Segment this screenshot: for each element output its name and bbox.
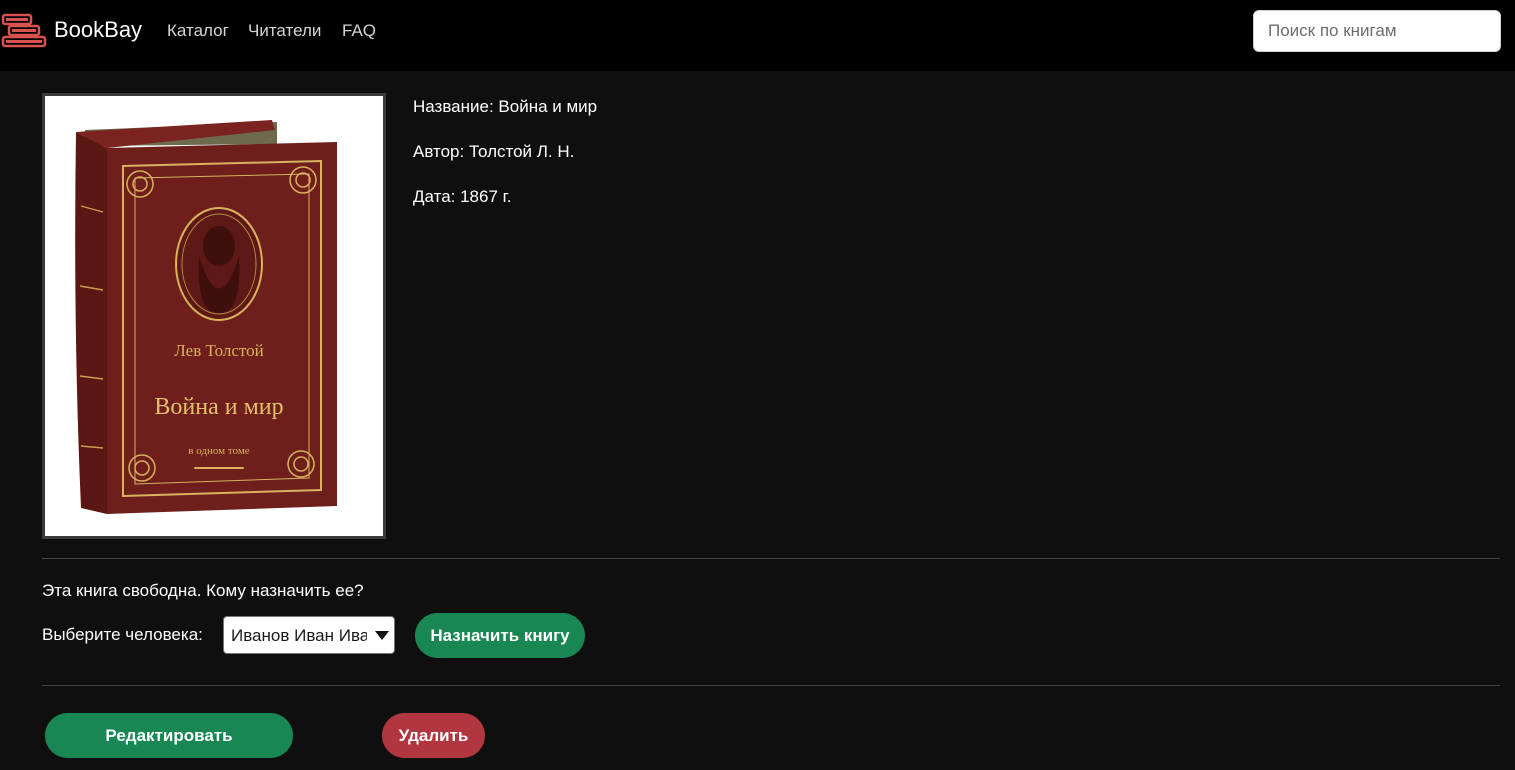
books-stack-icon [1, 13, 47, 48]
availability-status: Эта книга свободна. Кому назначить ее? [42, 581, 364, 600]
chevron-down-icon [375, 631, 389, 640]
navbar: BookBay Каталог Читатели FAQ [0, 0, 1515, 71]
assign-book-button[interactable]: Назначить книгу [415, 613, 585, 658]
brand-name: BookBay [54, 17, 143, 42]
cover-title-text: Война и мир [154, 394, 283, 420]
brand[interactable]: BookBay [0, 10, 142, 50]
person-select-label: Выберите человека: [42, 625, 203, 644]
book-author-line: Автор: Толстой Л. Н. [413, 142, 575, 161]
delete-button[interactable]: Удалить [382, 713, 485, 758]
person-select[interactable]: Иванов Иван Иванович [223, 616, 395, 654]
nav-link-catalog[interactable]: Каталог [167, 21, 229, 41]
divider [42, 685, 1500, 686]
person-select-value: Иванов Иван Иванович [231, 626, 367, 645]
edit-button[interactable]: Редактировать [45, 713, 293, 758]
book-title-line: Название: Война и мир [413, 97, 598, 116]
nav-link-faq[interactable]: FAQ [342, 21, 376, 41]
book-cover-illustration: Лев Толстой Война и мир в одном томе [75, 120, 337, 514]
cover-author-text: Лев Толстой [174, 341, 263, 360]
divider [42, 558, 1500, 559]
book-date-line: Дата: 1867 г. [413, 187, 512, 206]
nav-link-readers[interactable]: Читатели [248, 21, 321, 41]
search-input[interactable] [1253, 10, 1501, 52]
cover-subtitle-text: в одном томе [188, 445, 250, 457]
book-cover-image: Лев Толстой Война и мир в одном томе [42, 93, 386, 539]
